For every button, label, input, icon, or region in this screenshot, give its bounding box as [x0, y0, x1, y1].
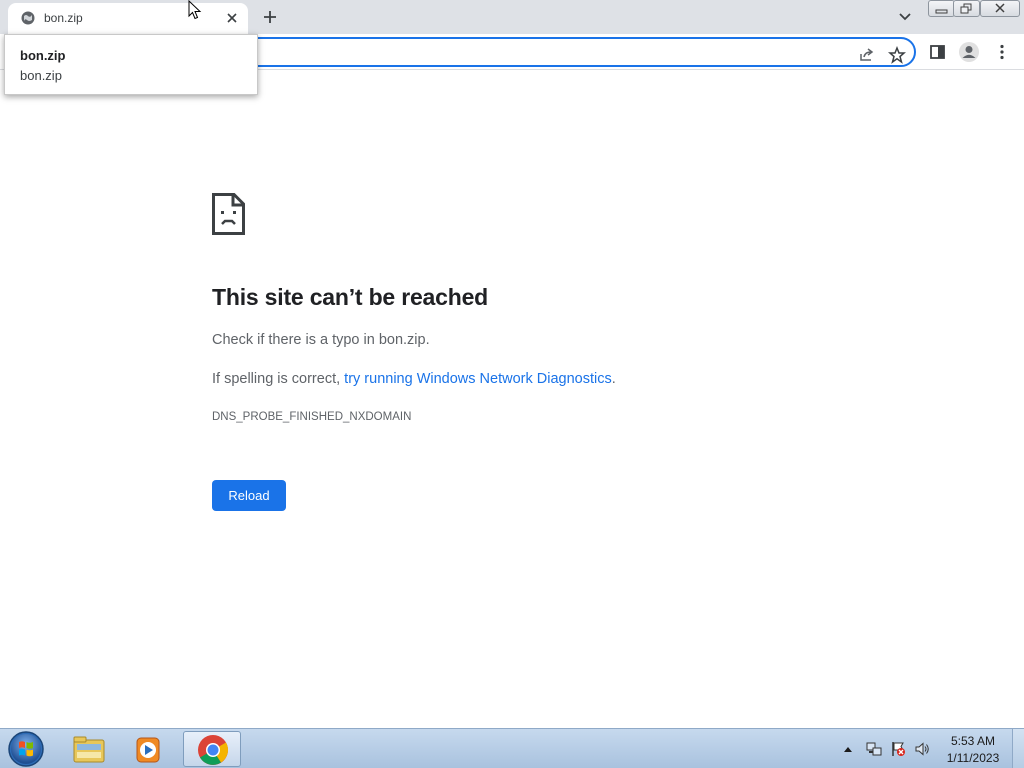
restore-icon: [960, 3, 972, 14]
close-icon: [995, 3, 1005, 13]
clock-time[interactable]: 5:53 AM: [940, 734, 1006, 748]
action-center-flag-icon[interactable]: [890, 741, 906, 757]
hover-card-title: bon.zip: [20, 48, 66, 63]
minimize-icon: [935, 9, 948, 14]
network-diagnostics-link[interactable]: try running Windows Network Diagnostics: [344, 371, 612, 387]
media-player-icon: [136, 737, 160, 763]
tab-bon-zip[interactable]: bon.zip: [8, 3, 248, 34]
spelling-suffix: .: [611, 371, 616, 387]
error-heading: This site can’t be reached: [212, 284, 489, 310]
close-tab-icon[interactable]: [223, 9, 241, 27]
show-hidden-icons-icon[interactable]: [843, 741, 853, 757]
close-window-button[interactable]: [980, 0, 1020, 17]
screen: bon.zip bon.zip bon.zip This site can’t …: [0, 0, 1024, 768]
taskbar: 5:53 AM 1/11/2023: [0, 728, 1024, 768]
taskbar-explorer[interactable]: [60, 731, 118, 767]
new-tab-icon[interactable]: [260, 7, 280, 27]
tab-strip: bon.zip: [0, 0, 1024, 34]
chevron-down-icon[interactable]: [895, 8, 915, 26]
window-controls: [928, 0, 1020, 18]
start-button-icon[interactable]: [6, 730, 46, 768]
bookmark-star-icon[interactable]: [888, 46, 906, 64]
minimize-button[interactable]: [928, 0, 955, 17]
error-code: DNS_PROBE_FINISHED_NXDOMAIN: [212, 411, 412, 423]
reload-button[interactable]: Reload: [212, 480, 286, 511]
share-icon[interactable]: [858, 46, 876, 64]
show-desktop-button[interactable]: [1012, 729, 1024, 768]
taskbar-media-player[interactable]: [120, 731, 178, 767]
globe-icon: [21, 11, 35, 25]
volume-icon[interactable]: [914, 741, 930, 757]
error-page: This site can’t be reached Check if ther…: [0, 71, 1024, 728]
taskbar-chrome[interactable]: [183, 731, 241, 767]
typo-hint: Check if there is a typo in bon.zip.: [212, 332, 430, 348]
spelling-prefix: If spelling is correct,: [212, 371, 345, 387]
chrome-icon: [198, 735, 228, 765]
tab-hover-card: bon.zip bon.zip: [4, 34, 258, 95]
sad-document-icon: [212, 193, 245, 235]
tab-title: bon.zip: [44, 11, 83, 25]
hover-card-domain: bon.zip: [20, 68, 62, 83]
mouse-cursor-icon: [188, 0, 202, 20]
address-bar[interactable]: [230, 37, 916, 67]
more-menu-icon[interactable]: [993, 43, 1011, 61]
side-panel-icon[interactable]: [929, 43, 947, 61]
profile-avatar-icon[interactable]: [958, 41, 980, 63]
restore-button[interactable]: [953, 0, 980, 17]
explorer-icon: [73, 736, 105, 763]
clock-date[interactable]: 1/11/2023: [940, 751, 1006, 765]
diagnostics-hint: If spelling is correct, try running Wind…: [212, 371, 616, 387]
network-icon[interactable]: [866, 741, 882, 757]
